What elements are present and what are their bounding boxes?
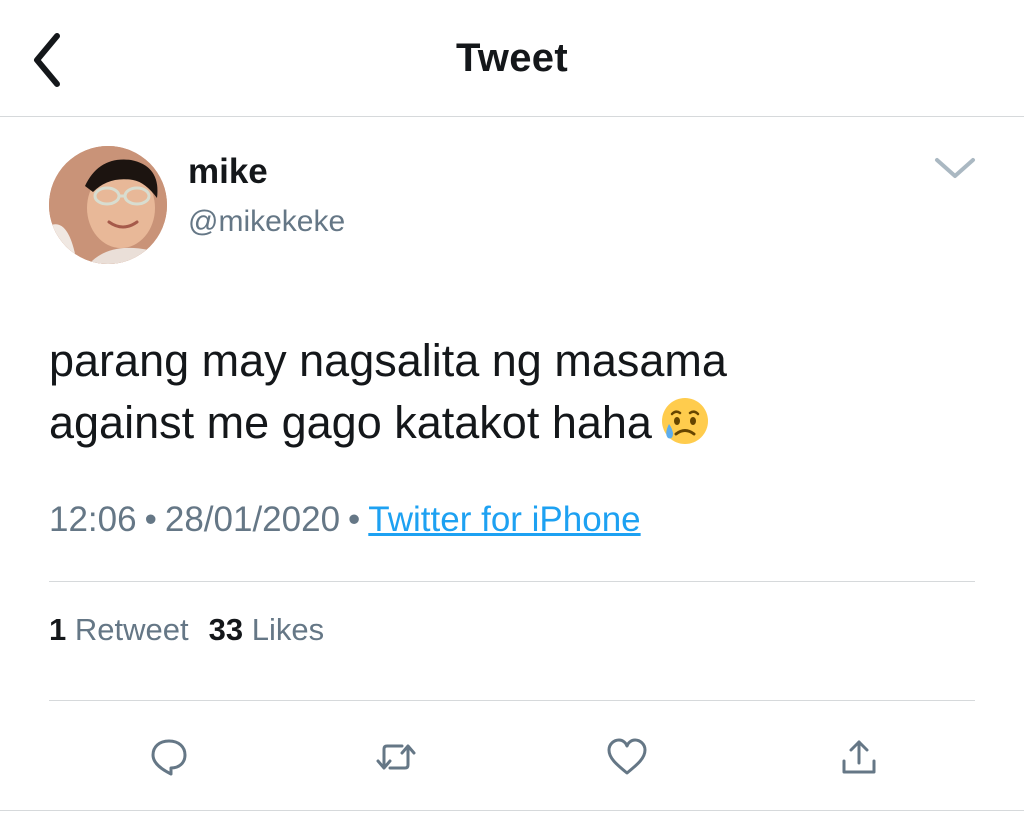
tweet-action-bar [0, 730, 1024, 784]
tweet-stats: 1 Retweet 33 Likes [49, 612, 324, 648]
tweet-text: parang may nagsalita ng masama against m… [49, 330, 949, 454]
retweet-count: 1 [49, 612, 67, 647]
tweet-menu-button[interactable] [930, 150, 980, 186]
retweet-icon [376, 744, 416, 770]
author-handle[interactable]: @mikekeke [188, 205, 345, 239]
tweet-source-link[interactable]: Twitter for iPhone [368, 500, 640, 539]
separator-dot: • [348, 500, 361, 539]
like-label: Likes [251, 612, 325, 647]
divider [0, 810, 1024, 811]
page-title: Tweet [456, 36, 568, 80]
sad-but-relieved-face-emoji [661, 398, 708, 444]
chevron-down-icon [935, 158, 975, 178]
divider [49, 581, 975, 582]
tweet-time: 12:06 [49, 500, 137, 539]
profile-photo [49, 146, 167, 264]
reply-icon [151, 739, 187, 776]
retweet-label: Retweet [74, 612, 189, 647]
tweet-text-line: against me gago katakot haha [49, 392, 949, 454]
like-count: 33 [208, 612, 244, 647]
reply-button[interactable] [142, 730, 196, 784]
like-button[interactable] [600, 730, 654, 784]
retweet-button[interactable] [369, 730, 423, 784]
share-button[interactable] [832, 730, 886, 784]
top-navigation-bar: Tweet [0, 0, 1024, 117]
divider [49, 700, 975, 701]
author-display-name[interactable]: mike [188, 152, 268, 192]
share-icon [842, 740, 876, 774]
tweet-text-line: parang may nagsalita ng masama [49, 335, 727, 386]
tweet-metadata: 12:06 • 28/01/2020 • Twitter for iPhone [49, 500, 641, 540]
tweet-date: 28/01/2020 [164, 500, 341, 539]
avatar[interactable] [49, 146, 167, 264]
retweets-stat[interactable]: 1 Retweet [49, 612, 189, 647]
likes-stat[interactable]: 33 Likes [209, 612, 324, 647]
heart-icon [607, 738, 647, 775]
separator-dot: • [144, 500, 157, 539]
tweet-text-segment: against me gago katakot haha [49, 397, 652, 448]
